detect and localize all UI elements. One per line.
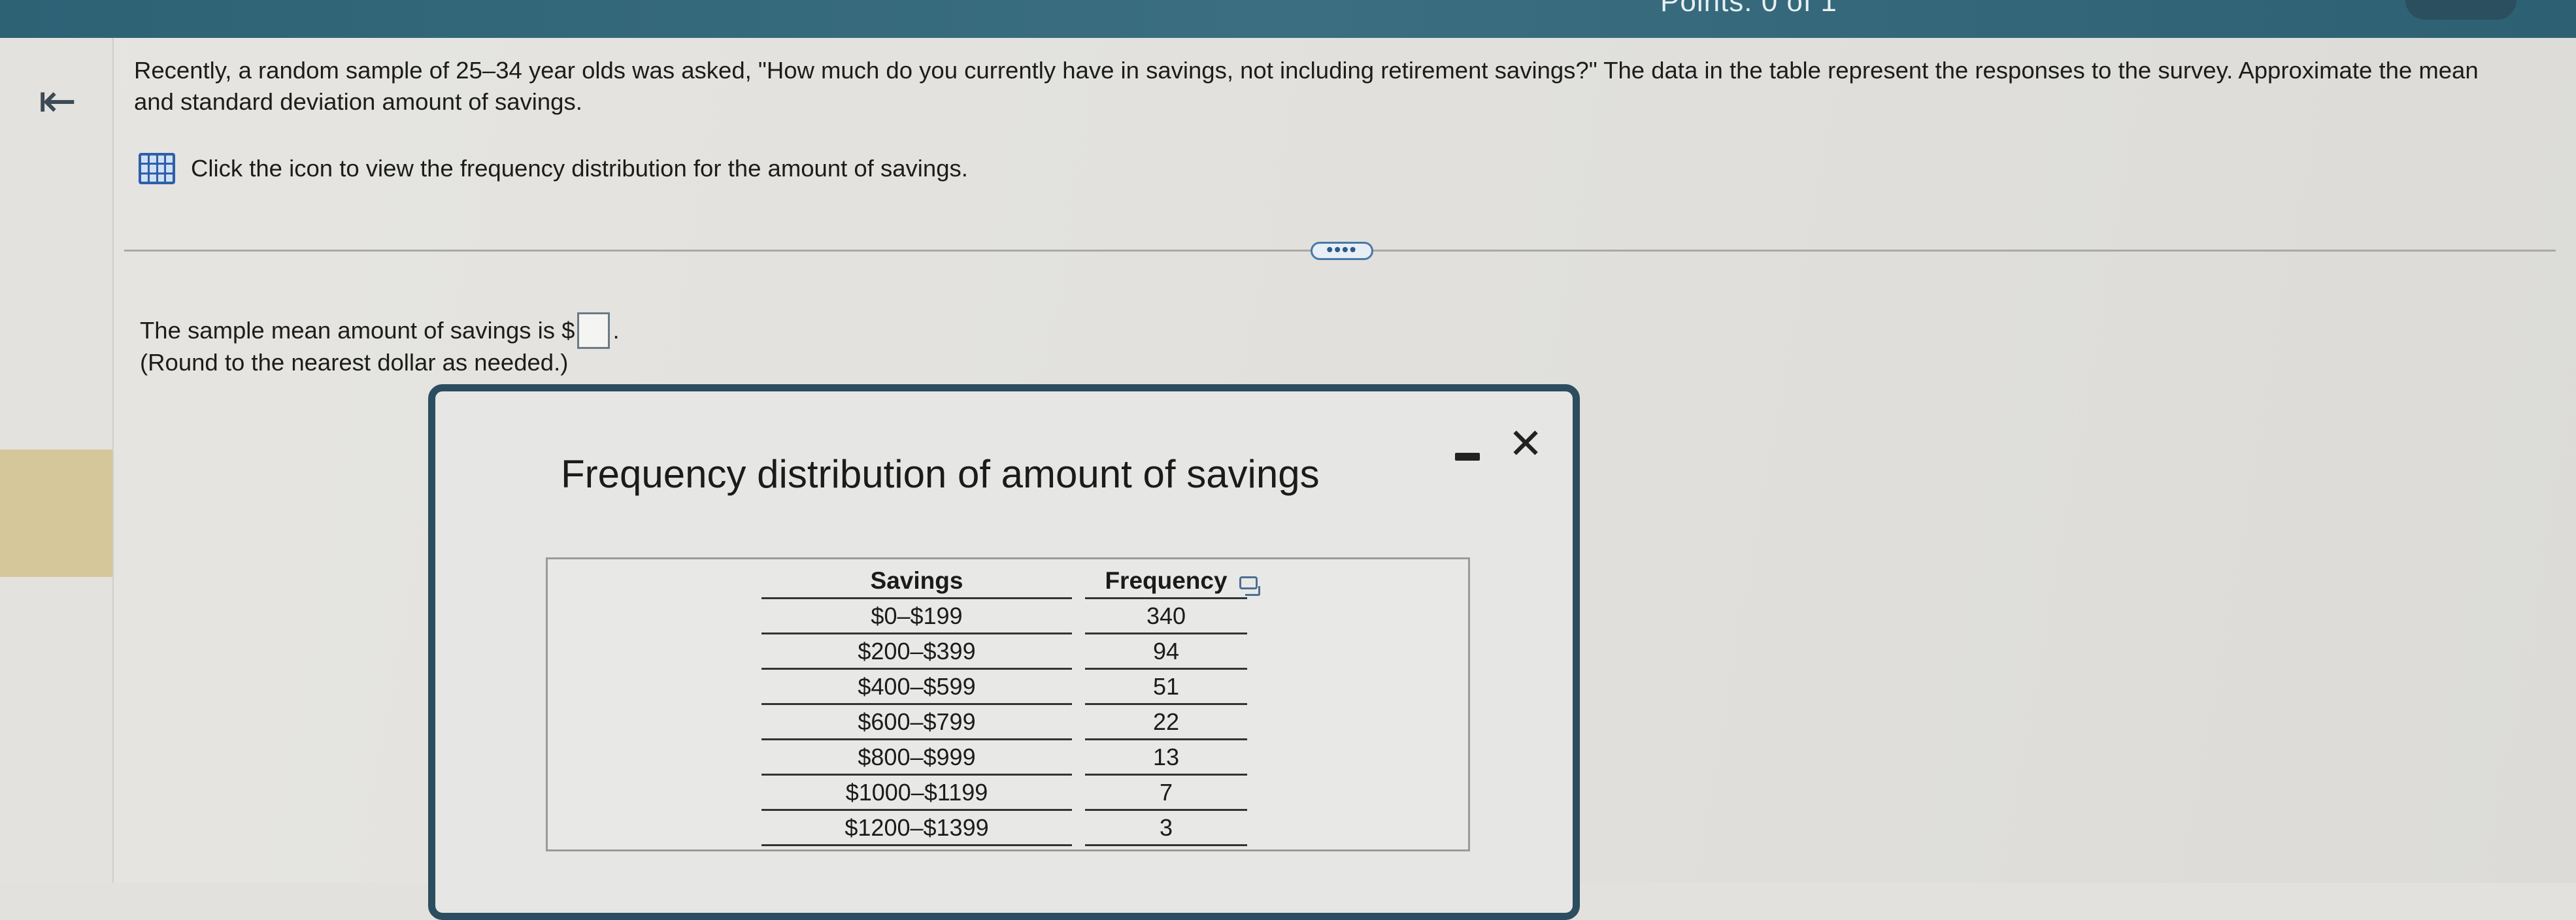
arrow-left-to-bar-icon[interactable]: ⇤ xyxy=(33,76,82,125)
table-panel: Savings Frequency $0–$199 340 $200–$399 xyxy=(546,557,1470,851)
top-bar: Points: 0 of 1 xyxy=(0,0,2576,38)
frequency-table: Savings Frequency $0–$199 340 $200–$399 xyxy=(761,567,1247,846)
frequency-cell: 13 xyxy=(1085,739,1247,776)
table-row: $600–$799 22 xyxy=(761,704,1247,740)
header-savings: Savings xyxy=(761,567,1072,599)
table-row: $0–$199 340 xyxy=(761,598,1247,634)
frequency-cell: 7 xyxy=(1085,774,1247,811)
top-bar-button[interactable] xyxy=(2405,0,2517,20)
close-icon[interactable]: ✕ xyxy=(1507,423,1544,465)
savings-cell: $800–$999 xyxy=(761,739,1072,776)
page: Points: 0 of 1 ⇤ Recently, a random samp… xyxy=(0,0,2576,920)
frequency-cell: 94 xyxy=(1085,633,1247,670)
frequency-dialog: Frequency distribution of amount of savi… xyxy=(428,384,1580,920)
copy-icon[interactable] xyxy=(1239,576,1260,596)
table-row: $200–$399 94 xyxy=(761,633,1247,670)
table-row: $800–$999 13 xyxy=(761,739,1247,776)
table-row: $1200–$1399 3 xyxy=(761,810,1247,846)
points-text: Points: 0 of 1 xyxy=(1660,0,1837,18)
sidebar-highlight xyxy=(0,450,112,577)
frequency-cell: 22 xyxy=(1085,704,1247,740)
header-frequency: Frequency xyxy=(1085,567,1247,599)
table-header-row: Savings Frequency xyxy=(761,567,1247,599)
frequency-cell: 51 xyxy=(1085,668,1247,705)
dialog-title: Frequency distribution of amount of savi… xyxy=(561,452,1320,496)
savings-cell: $200–$399 xyxy=(761,633,1072,670)
mean-answer-input[interactable] xyxy=(577,312,611,349)
table-row: $1000–$1199 7 xyxy=(761,774,1247,811)
savings-cell: $600–$799 xyxy=(761,704,1072,740)
savings-cell: $0–$199 xyxy=(761,598,1072,634)
table-link-text: Click the icon to view the frequency dis… xyxy=(191,155,968,182)
answer-line: The sample mean amount of savings is $ . xyxy=(140,312,620,349)
table-grid-icon[interactable] xyxy=(139,153,175,184)
table-link-row: Click the icon to view the frequency dis… xyxy=(139,153,968,184)
savings-cell: $400–$599 xyxy=(761,668,1072,705)
savings-cell: $1200–$1399 xyxy=(761,810,1072,846)
more-button[interactable]: •••• xyxy=(1311,240,1373,260)
minimize-icon[interactable] xyxy=(1455,437,1480,462)
answer-prefix: The sample mean amount of savings is $ xyxy=(140,317,575,344)
question-text: Recently, a random sample of 25–34 year … xyxy=(134,57,2479,115)
frequency-cell: 340 xyxy=(1085,598,1247,634)
savings-cell: $1000–$1199 xyxy=(761,774,1072,811)
rounding-note: (Round to the nearest dollar as needed.) xyxy=(140,349,569,376)
header-gap xyxy=(1072,567,1085,599)
answer-suffix: . xyxy=(612,317,620,344)
left-sidebar xyxy=(0,38,114,883)
frequency-cell: 3 xyxy=(1085,810,1247,846)
table-row: $400–$599 51 xyxy=(761,668,1247,705)
